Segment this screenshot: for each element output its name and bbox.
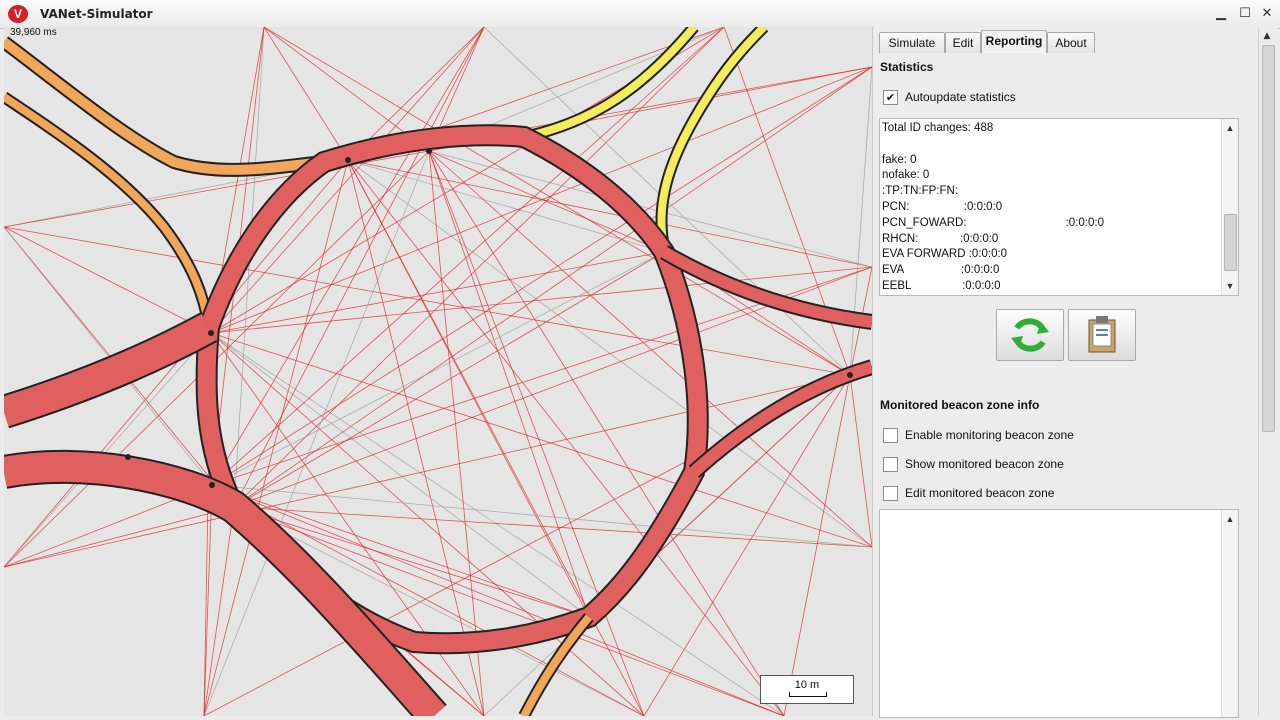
minimize-button[interactable]: ▁ xyxy=(1212,6,1230,22)
statistics-line: Total ID changes: 488 xyxy=(882,122,994,134)
beacon-line xyxy=(347,159,872,268)
beacon-scrollbar[interactable]: ▲ xyxy=(1221,510,1238,717)
tab-simulate[interactable]: Simulate xyxy=(879,32,945,53)
scroll-thumb[interactable] xyxy=(1224,214,1237,271)
beacon-line xyxy=(263,27,349,161)
checkbox-box[interactable]: ✔ xyxy=(883,90,898,105)
maximize-button[interactable]: ☐ xyxy=(1236,6,1254,22)
tab-about[interactable]: About xyxy=(1047,32,1095,53)
clipboard-icon xyxy=(1088,316,1116,353)
checkbox-box[interactable] xyxy=(883,486,898,501)
beacon-line xyxy=(347,159,590,618)
statistics-line: RHCN: :0:0:0:0 xyxy=(882,232,999,245)
panel-scroll-thumb[interactable] xyxy=(1262,45,1275,432)
statistics-line: :TP:TN:FP:FN: xyxy=(882,185,959,198)
beacon-line xyxy=(210,332,872,548)
roads-layer xyxy=(4,27,872,716)
road-orange-1 xyxy=(4,36,325,177)
window-title: VANet-Simulator xyxy=(40,7,153,21)
scroll-up-icon[interactable]: ▲ xyxy=(1225,123,1235,133)
panel-scrollbar[interactable]: ▲ xyxy=(1258,27,1277,716)
edit-monitored-label: Edit monitored beacon zone xyxy=(905,486,1055,500)
title-bar: V VANet-Simulator ▁ ☐ ✕ xyxy=(0,0,1280,29)
statistics-textarea[interactable]: Total ID changes: 488 fake: 0 nofake: 0 :TP… xyxy=(879,118,1239,296)
scroll-up-icon[interactable]: ▲ xyxy=(1262,31,1272,41)
scale-bar xyxy=(789,692,827,697)
refresh-statistics-button[interactable] xyxy=(996,309,1064,361)
beacon-line xyxy=(4,506,235,568)
beacon-line xyxy=(233,506,785,716)
scale-indicator: 10 m xyxy=(760,675,854,704)
statistics-line: PCN_FOWARD: :0:0:0:0 xyxy=(882,216,1104,229)
road-orange-2 xyxy=(4,92,215,328)
statistics-line: EVA :0:0:0:0 xyxy=(882,264,1000,277)
statistics-heading: Statistics xyxy=(880,60,934,74)
refresh-icon xyxy=(1011,318,1049,352)
beacon-line xyxy=(211,484,785,716)
tab-reporting[interactable]: Reporting xyxy=(981,30,1047,53)
beacon-line xyxy=(849,374,872,548)
map-canvas[interactable]: timeID,speedx,y xyxy=(4,27,872,716)
enable-monitoring-label: Enable monitoring beacon zone xyxy=(905,428,1074,442)
beacon-line xyxy=(203,506,235,716)
road-yellow-2 xyxy=(655,27,769,249)
side-panel: Simulate Edit Reporting About Statistics… xyxy=(872,27,1258,718)
beacon-line xyxy=(233,27,725,508)
show-monitored-label: Show monitored beacon zone xyxy=(905,457,1064,471)
beacon-line xyxy=(783,374,851,716)
simulation-time: 39,960 ms xyxy=(10,27,57,38)
beacon-line xyxy=(210,332,590,618)
beacon-line xyxy=(203,159,349,716)
road-network-map: timeID,speedx,y xyxy=(4,27,872,716)
statistics-line: nofake: 0 xyxy=(882,169,930,182)
checkbox-box[interactable] xyxy=(883,457,898,472)
beacon-zone-heading: Monitored beacon zone info xyxy=(880,398,1040,412)
scroll-up-icon[interactable]: ▲ xyxy=(1225,514,1235,524)
scale-label: 10 m xyxy=(794,679,820,691)
scroll-down-icon[interactable]: ▼ xyxy=(1225,281,1235,291)
checkbox-box[interactable] xyxy=(883,428,898,443)
beacon-line xyxy=(4,159,349,568)
app-logo-icon: V xyxy=(8,5,28,23)
beacon-line xyxy=(263,27,851,376)
autoupdate-label: Autoupdate statistics xyxy=(905,90,1016,104)
beacon-line xyxy=(203,484,213,716)
beacon-line xyxy=(233,27,485,508)
road-yellow-1 xyxy=(522,27,699,143)
statistics-line: PCN: :0:0:0:0 xyxy=(882,201,1003,213)
close-button[interactable]: ✕ xyxy=(1258,6,1276,22)
tab-edit[interactable]: Edit xyxy=(945,32,981,53)
statistics-line: EVA FORWARD :0:0:0:0 xyxy=(882,248,1008,261)
beacon-line xyxy=(211,251,665,486)
copy-to-clipboard-button[interactable] xyxy=(1068,309,1136,361)
beacon-info-textarea[interactable]: ▲ xyxy=(879,509,1239,718)
statistics-scrollbar[interactable]: ▲ ▼ xyxy=(1221,119,1238,295)
statistics-line: fake: 0 xyxy=(882,153,917,166)
statistics-line: EEBL :0:0:0:0 xyxy=(882,280,1001,292)
